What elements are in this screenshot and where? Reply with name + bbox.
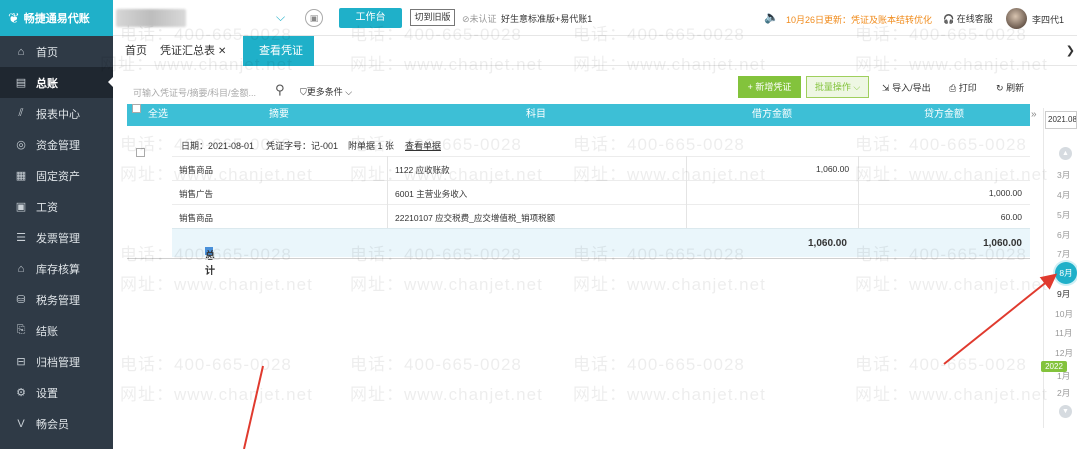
- online-support-link[interactable]: 🎧 在线客服: [943, 12, 993, 25]
- sidebar-item-archive[interactable]: ⊟ 归档管理: [0, 346, 113, 377]
- sidebar-item-invoices[interactable]: ☰ 发票管理: [0, 222, 113, 253]
- ledger-icon: ▤: [15, 77, 27, 89]
- sidebar-item-checkout[interactable]: ⎘ 结账: [0, 315, 113, 346]
- asset-icon: ▦: [15, 170, 27, 182]
- sidebar-item-funds[interactable]: ◎ 资金管理: [0, 129, 113, 160]
- voucher-attachments: 附单据 1 张: [348, 141, 395, 151]
- salary-icon: ▣: [15, 201, 27, 213]
- tax-icon: ⛁: [16, 294, 26, 306]
- headset-icon: 🎧: [943, 14, 955, 24]
- refresh-icon: ↻: [996, 83, 1004, 93]
- month-item[interactable]: 3月: [1057, 169, 1070, 181]
- sidebar: ⌂ 首页 ▤ 总账 ⫽ 报表中心 ◎ 资金管理 ▦ 固定资产 ▣ 工资 ☰ 发票管理 ⌂ 库存核…: [0, 36, 113, 449]
- table-row[interactable]: 销售商品 22210107 应交税费_应交增值税_销项税额 60.00: [172, 204, 1030, 227]
- chevron-down-icon[interactable]: ⌵: [276, 10, 285, 25]
- scroll-up-icon[interactable]: ▲: [1059, 147, 1072, 160]
- batch-ops-button[interactable]: 批量操作 ⌵: [806, 76, 869, 98]
- gear-icon: ⚙: [16, 387, 26, 399]
- sidebar-item-ledger[interactable]: ▤ 总账: [0, 67, 113, 98]
- sidebar-item-home[interactable]: ⌂ 首页: [0, 36, 113, 67]
- member-icon: V: [17, 417, 25, 430]
- voucher-table: 全选 摘要 科目 借方金额 贷方金额: [127, 104, 1030, 126]
- search-input[interactable]: 可输入凭证号/摘要/科目/金额...: [133, 86, 256, 99]
- sidebar-item-settings[interactable]: ⚙ 设置: [0, 377, 113, 408]
- voucher-header-row: 日期：2021-08-01 凭证字号：记-001 附单据 1 张 查看单据: [127, 131, 1030, 157]
- view-docs-link[interactable]: 查看单据: [405, 139, 441, 152]
- import-export-button[interactable]: ⇲ 导入/导出: [882, 81, 931, 94]
- printer-icon: ⎙: [949, 83, 957, 93]
- filter-icon: ⛉: [300, 87, 307, 97]
- checkout-icon: ⎘: [16, 324, 26, 336]
- import-icon: ⇲: [882, 83, 890, 93]
- workbench-button[interactable]: 工作台: [339, 8, 402, 28]
- table-row[interactable]: 销售商品 1122 应收账款 1,060.00: [172, 156, 1030, 179]
- period-input[interactable]: 2021.08: [1045, 111, 1077, 129]
- table-header: 全选 摘要 科目 借方金额 贷方金额: [127, 104, 1030, 126]
- account-set-icon[interactable]: ▣: [305, 9, 323, 27]
- search-icon[interactable]: ⚲: [275, 82, 285, 98]
- expand-icon[interactable]: »: [1031, 109, 1037, 120]
- month-item[interactable]: 12月: [1055, 347, 1073, 359]
- month-item[interactable]: 2月: [1057, 387, 1070, 399]
- total-debit: 1,060.00: [808, 238, 847, 249]
- voucher-number: 凭证字号：记-001: [266, 141, 339, 151]
- new-voucher-button[interactable]: + 新增凭证: [738, 76, 801, 98]
- fund-icon: ◎: [16, 139, 26, 151]
- month-item[interactable]: 6月: [1057, 229, 1070, 241]
- tab-voucher-summary[interactable]: 凭证汇总表 ✕: [160, 36, 226, 66]
- app-logo[interactable]: ❦ 畅捷通易代账: [0, 0, 113, 36]
- report-icon: ⫽: [18, 107, 24, 119]
- inventory-icon: ⌂: [17, 262, 25, 275]
- refresh-button[interactable]: ↻ 刷新: [996, 81, 1024, 94]
- tab-home[interactable]: 首页: [125, 36, 147, 66]
- chevron-right-icon[interactable]: ❯: [1066, 44, 1075, 57]
- table-row[interactable]: 销售广告 6001 主营业务收入 1,000.00: [172, 180, 1030, 203]
- total-credit: 1,060.00: [983, 238, 1022, 249]
- month-item[interactable]: 1月: [1057, 370, 1070, 382]
- month-item[interactable]: 10月: [1055, 308, 1073, 320]
- month-item[interactable]: 9月: [1057, 288, 1070, 300]
- month-item-selected[interactable]: 8月: [1055, 262, 1077, 284]
- avatar[interactable]: [1006, 8, 1027, 29]
- month-item[interactable]: 5月: [1057, 209, 1070, 221]
- header-credit: 贷方金额: [924, 109, 964, 120]
- account-selector[interactable]: [116, 9, 186, 27]
- total-row: 总计 1,060.00 1,060.00: [172, 228, 1030, 277]
- month-item[interactable]: 4月: [1057, 189, 1070, 201]
- home-icon: ⌂: [17, 45, 25, 58]
- sidebar-item-tax[interactable]: ⛁ 税务管理: [0, 284, 113, 315]
- update-notice[interactable]: 10月26日更新：凭证及账本结转优化: [786, 13, 932, 26]
- archive-icon: ⊟: [16, 356, 26, 368]
- company-name: 好生意标准版+易代账1: [501, 14, 593, 24]
- close-icon[interactable]: ✕: [262, 76, 270, 87]
- logo-icon: ❦: [8, 9, 20, 26]
- logo-text: 畅捷通易代账: [23, 13, 90, 25]
- month-item[interactable]: 7月: [1057, 248, 1070, 260]
- invoice-icon: ☰: [16, 232, 26, 244]
- header-select-all: 全选: [148, 109, 168, 120]
- sidebar-item-inventory[interactable]: ⌂ 库存核算: [0, 253, 113, 284]
- month-item[interactable]: 11月: [1055, 327, 1072, 339]
- scroll-down-icon[interactable]: ▼: [1059, 405, 1072, 418]
- tab-view-voucher[interactable]: 查看凭证✕: [243, 36, 314, 87]
- arrow-lower-left: [243, 365, 264, 449]
- header-debit: 借方金额: [752, 109, 792, 120]
- tab-bar: 首页 凭证汇总表 ✕ 查看凭证✕ ❯: [113, 36, 1077, 87]
- speaker-icon: 🔈: [764, 10, 779, 24]
- arrow-to-month-picker: [943, 273, 1058, 365]
- header-account: 科目: [526, 109, 546, 120]
- header-summary: 摘要: [269, 109, 289, 120]
- close-icon[interactable]: ✕: [218, 46, 226, 57]
- switch-old-version-button[interactable]: 切到旧版: [410, 9, 455, 26]
- more-conditions-filter[interactable]: ⛉更多条件 ⌵: [300, 85, 352, 98]
- unverified-badge[interactable]: ⊘未认证: [462, 12, 497, 25]
- sidebar-item-member[interactable]: V 畅会员: [0, 408, 113, 439]
- sidebar-item-reports[interactable]: ⫽ 报表中心: [0, 98, 113, 129]
- print-button[interactable]: ⎙ 打印: [949, 81, 977, 94]
- top-bar: ❦ 畅捷通易代账 ⌵ ▣ 工作台 切到旧版 ⊘未认证 好生意标准版+易代账1 🔈…: [0, 0, 1077, 36]
- sidebar-item-salary[interactable]: ▣ 工资: [0, 191, 113, 222]
- username[interactable]: 李四代1: [1032, 13, 1064, 26]
- sidebar-item-fixed-assets[interactable]: ▦ 固定资产: [0, 160, 113, 191]
- voucher-date: 日期：2021-08-01: [181, 141, 255, 151]
